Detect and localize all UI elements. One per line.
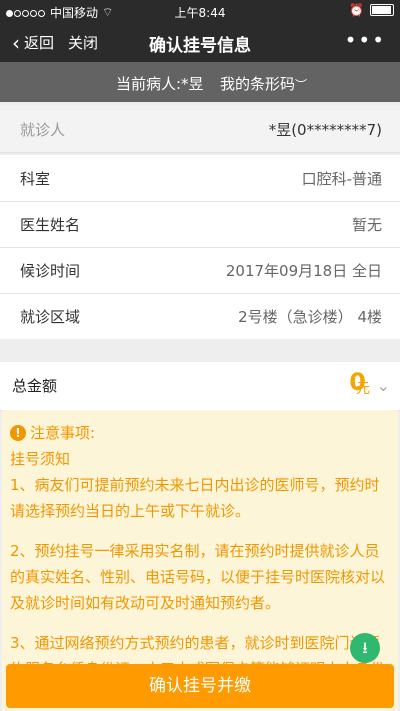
warning-icon: ! — [10, 425, 26, 441]
detail-row-time: 候诊时间 2017年09月18日 全日 — [0, 247, 400, 294]
detail-value: 2017年09月18日 全日 — [225, 262, 382, 280]
total-amount-row[interactable]: 总金额 0 元 ⌄ — [0, 362, 400, 411]
notice-paragraph: 1、病友们可提前预约未来七日内出诊的医师号，预约时请选择预约当日的上午或下午就诊… — [10, 476, 380, 520]
detail-row-area: 就诊区域 2号楼（急诊楼） 4楼 — [0, 293, 400, 339]
detail-value: 口腔科-普通 — [301, 170, 382, 188]
detail-label: 就诊区域 — [20, 308, 81, 326]
detail-label: 医生姓名 — [20, 216, 81, 234]
detail-value: 2号楼（急诊楼） 4楼 — [238, 308, 382, 326]
confirm-button[interactable]: 确认挂号并缴 — [6, 664, 394, 708]
detail-label: 候诊时间 — [20, 262, 81, 280]
clock: 上午8:44 — [174, 6, 226, 20]
detail-row-doctor: 医生姓名 暂无 — [0, 201, 400, 248]
detail-label: 科室 — [20, 170, 51, 188]
download-icon[interactable]: ⭳ — [350, 633, 380, 663]
detail-row-department: 科室 口腔科-普通 — [0, 155, 400, 202]
notice-subtitle: 挂号须知 — [10, 450, 71, 468]
barcode-link[interactable]: 我的条形码︶ — [220, 73, 307, 94]
visit-person-value: *昱(0********7) — [268, 121, 382, 139]
visit-person-row: 就诊人 *昱(0********7) — [0, 106, 400, 153]
chevron-down-icon: ︶ — [295, 78, 308, 92]
patient-bar: 当前病人:*昱 我的条形码︶ — [0, 62, 400, 102]
notice-title: 注意事项: — [30, 424, 96, 442]
more-icon[interactable]: ••• — [345, 28, 386, 52]
status-bar: 中国移动 ⌔ 上午8:44 ⏰ — [0, 0, 400, 22]
total-unit: 元 — [356, 381, 370, 397]
chevron-down-icon: ⌄ — [376, 376, 390, 395]
current-patient[interactable]: 当前病人:*昱 — [116, 73, 204, 94]
alarm-icon: ⏰ — [349, 3, 364, 17]
details-card: 科室 口腔科-普通 医生姓名 暂无 候诊时间 2017年09月18日 全日 就诊… — [0, 155, 400, 339]
total-label: 总金额 — [12, 377, 58, 395]
detail-value: 暂无 — [351, 216, 382, 234]
page-title: 确认挂号信息 — [149, 36, 251, 56]
notice-paragraph: 2、预约挂号一律采用实名制，请在预约时提供就诊人员的真实姓名、性别、电话号码，以… — [10, 542, 386, 612]
nav-bar: ‹ 返回 关闭 确认挂号信息 ••• — [0, 22, 400, 62]
visit-person-label: 就诊人 — [20, 121, 66, 139]
battery-icon — [370, 4, 394, 16]
